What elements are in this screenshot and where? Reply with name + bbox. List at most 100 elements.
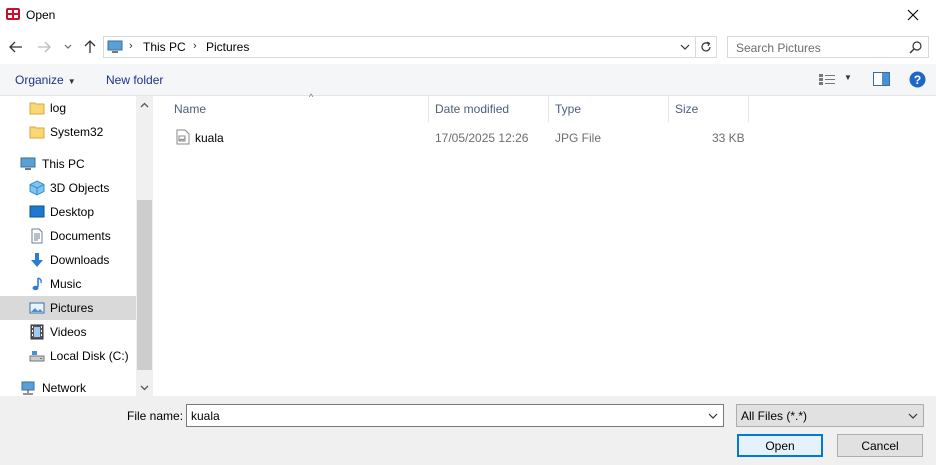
documents-icon	[31, 228, 43, 244]
back-arrow-icon	[9, 41, 22, 53]
file-type-filter-value: All Files (*.*)	[741, 409, 808, 423]
breadcrumb-pictures[interactable]: Pictures	[206, 40, 249, 54]
nav-item-3d-objects[interactable]: 3D Objects	[0, 176, 136, 200]
file-name-field[interactable]: kuala	[186, 404, 724, 427]
address-bar[interactable]: › This PC › Pictures	[103, 36, 717, 58]
nav-scrollbar[interactable]	[136, 96, 153, 396]
size-cell: 33 KB	[712, 131, 745, 145]
close-button[interactable]	[890, 0, 936, 30]
up-arrow-icon	[84, 40, 96, 53]
change-view-icon[interactable]	[818, 72, 836, 87]
search-input[interactable]: Search Pictures	[727, 36, 929, 58]
organize-label: Organize	[15, 73, 64, 87]
scroll-down-button[interactable]	[136, 379, 153, 396]
nav-item-label: log	[50, 101, 67, 115]
breadcrumb-this-pc[interactable]: This PC	[143, 40, 186, 54]
column-header-label: Size	[675, 102, 699, 116]
cancel-button[interactable]: Cancel	[837, 434, 923, 457]
dialog-footer: File name: kuala All Files (*.*) Open Ca…	[0, 396, 936, 465]
nav-item-pictures[interactable]: Pictures	[0, 296, 136, 320]
nav-item-local-disk[interactable]: Local Disk (C:)	[0, 344, 136, 368]
music-icon	[32, 277, 42, 291]
nav-item-label: Desktop	[50, 205, 95, 219]
nav-item-label: Local Disk (C:)	[50, 349, 129, 363]
column-header-type[interactable]: Type	[549, 96, 669, 122]
column-header-label: Type	[555, 102, 582, 116]
scroll-up-button[interactable]	[136, 96, 153, 113]
nav-item-downloads[interactable]: Downloads	[0, 248, 136, 272]
desktop-icon	[29, 205, 45, 218]
chevron-down-icon	[64, 44, 72, 49]
downloads-icon	[31, 253, 43, 267]
nav-item-label: Network	[42, 381, 87, 395]
chevron-up-icon	[140, 102, 149, 107]
network-icon	[21, 381, 35, 395]
file-name-cell: kuala	[195, 131, 224, 145]
nav-item-log[interactable]: log	[0, 96, 136, 120]
3d-objects-icon	[29, 180, 45, 196]
scroll-thumb[interactable]	[137, 200, 152, 370]
nav-item-system32[interactable]: System32	[0, 120, 136, 144]
column-header-name[interactable]: Name ^	[168, 92, 429, 122]
nav-item-label: Pictures	[50, 301, 94, 315]
forward-arrow-icon	[38, 41, 51, 53]
window-title: Open	[26, 8, 56, 22]
nav-item-desktop[interactable]: Desktop	[0, 200, 136, 224]
app-icon	[6, 8, 20, 20]
recent-locations-button[interactable]	[60, 37, 76, 57]
file-type-filter-caret	[905, 406, 921, 425]
organize-button[interactable]: Organize ▼	[15, 73, 76, 87]
pictures-icon	[29, 302, 45, 314]
nav-item-label: Music	[50, 277, 82, 291]
svg-text:?: ?	[914, 73, 921, 87]
preview-pane-icon[interactable]	[873, 72, 890, 86]
this-pc-icon	[107, 40, 123, 53]
up-button[interactable]	[80, 37, 100, 57]
command-toolbar: Organize ▼ New folder ▼ ?	[0, 64, 936, 96]
type-cell: JPG File	[555, 131, 602, 145]
nav-item-music[interactable]: Music	[0, 272, 136, 296]
file-name-value: kuala	[191, 409, 220, 423]
refresh-icon	[701, 41, 711, 52]
chevron-down-icon	[140, 385, 149, 390]
caret-down-icon: ▼	[67, 77, 76, 86]
column-header-label: Name	[174, 102, 207, 116]
file-name-dropdown-button[interactable]	[705, 406, 721, 425]
table-row[interactable]: kuala 17/05/2025 12:26 JPG File 33 KB	[169, 126, 749, 148]
date-modified-cell: 17/05/2025 12:26	[435, 131, 529, 145]
folder-icon	[29, 102, 45, 115]
nav-item-this-pc[interactable]: This PC	[0, 152, 136, 176]
column-header-label: Date modified	[435, 102, 510, 116]
videos-icon	[30, 324, 44, 340]
open-button[interactable]: Open	[737, 434, 823, 457]
nav-item-label: Documents	[50, 229, 111, 243]
nav-item-label: Downloads	[50, 253, 110, 267]
chevron-down-icon	[680, 44, 690, 50]
chevron-down-icon	[708, 413, 718, 419]
new-folder-button[interactable]: New folder	[106, 73, 163, 87]
sort-ascending-icon: ^	[309, 92, 314, 102]
search-placeholder: Search Pictures	[736, 41, 821, 55]
nav-item-label: 3D Objects	[50, 181, 110, 195]
chevron-down-icon	[908, 413, 918, 419]
breadcrumb-separator-icon: ›	[129, 40, 133, 52]
navigation-pane: log System32 This PC 3D Objects Desktop	[0, 96, 153, 396]
view-options-caret-icon[interactable]: ▼	[844, 73, 852, 82]
nav-item-network[interactable]: Network	[0, 376, 136, 396]
column-header-size[interactable]: Size	[669, 96, 749, 122]
column-header-date-modified[interactable]: Date modified	[429, 96, 549, 122]
file-type-filter-select[interactable]: All Files (*.*)	[736, 404, 924, 427]
address-dropdown-button[interactable]	[677, 37, 693, 57]
title-bar: Open	[0, 0, 936, 30]
refresh-button[interactable]	[695, 37, 716, 57]
breadcrumb-separator-icon: ›	[193, 40, 197, 52]
forward-button[interactable]	[34, 37, 54, 57]
nav-item-videos[interactable]: Videos	[0, 320, 136, 344]
file-name-label: File name:	[127, 409, 184, 423]
back-button[interactable]	[6, 37, 26, 57]
address-row: › This PC › Pictures Search Pictures	[0, 32, 936, 62]
nav-item-documents[interactable]: Documents	[0, 224, 136, 248]
image-file-icon	[176, 129, 190, 145]
help-icon[interactable]: ?	[909, 71, 926, 88]
close-icon	[907, 9, 919, 21]
